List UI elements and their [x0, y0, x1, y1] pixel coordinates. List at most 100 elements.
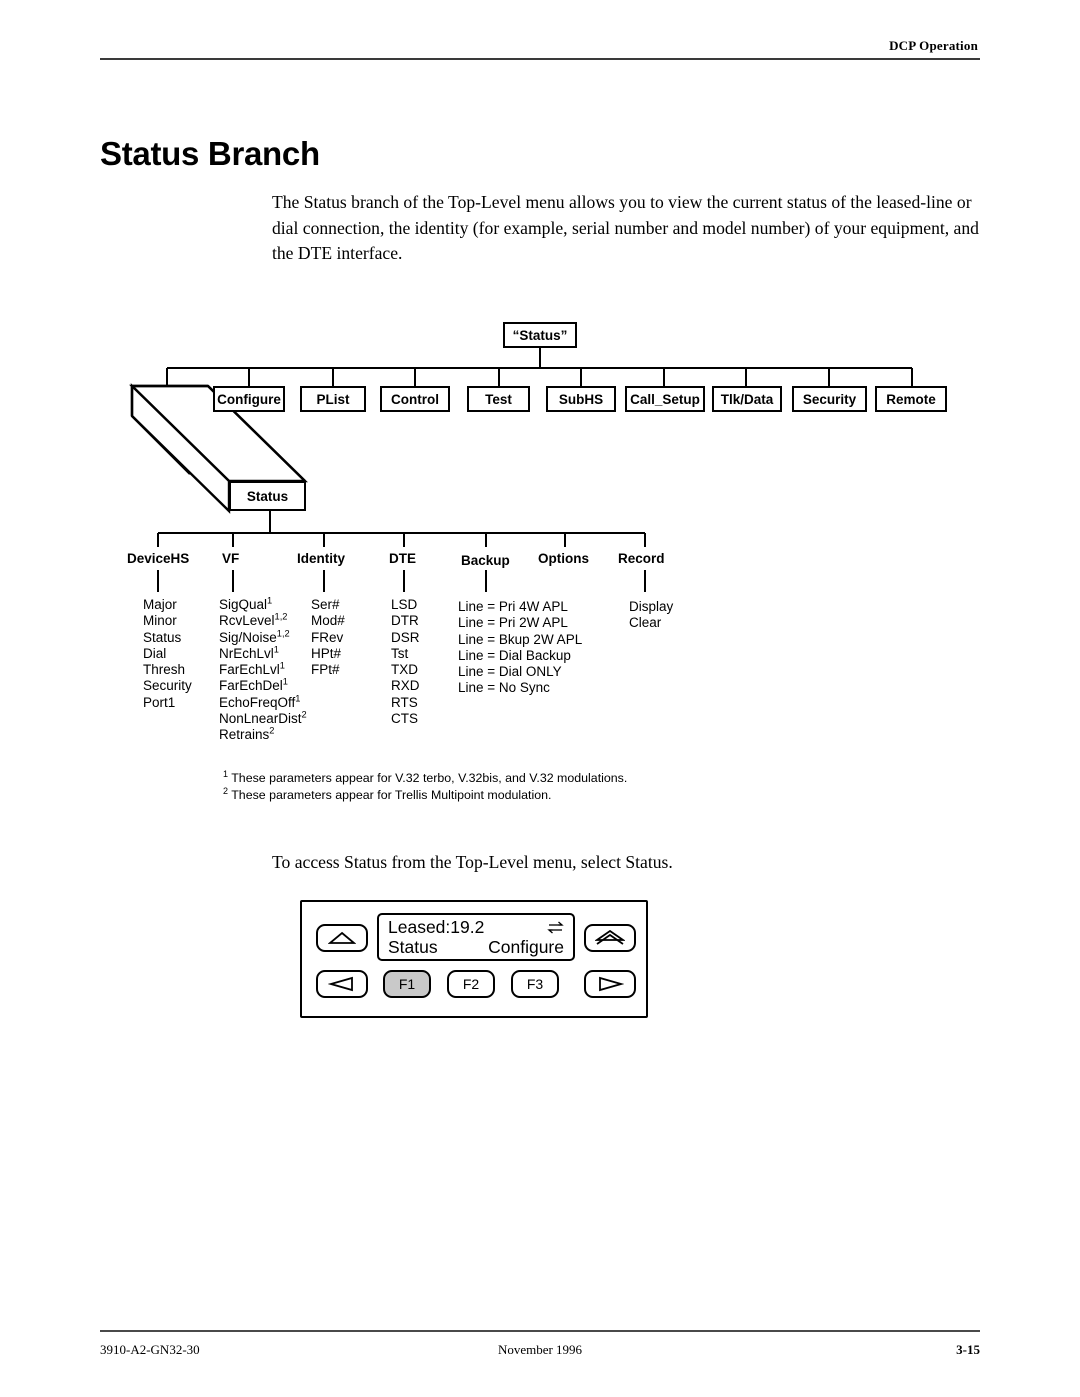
tree-leaf-item: Port1 [143, 694, 176, 710]
tree-node-tlk-data: Tlk/Data [712, 386, 782, 412]
tree-node-plist-label: PList [316, 391, 350, 407]
tree-leaf-item: FarEchDel1 [219, 676, 288, 694]
tree-leaf-item: Status [143, 629, 182, 645]
tree-leaf-list-dte: LSD DTR DSR Tst TXD RXD RTS CTS [391, 597, 420, 727]
tree-node-security: Security [792, 386, 867, 412]
f3-button-label: F3 [526, 976, 544, 992]
tree-node-call-setup-label: Call_Setup [630, 391, 700, 407]
tree-leaf-item: FRev [311, 629, 344, 645]
access-sentence: To access Status from the Top-Level menu… [272, 852, 673, 872]
tree-node-call-setup: Call_Setup [625, 386, 705, 412]
data-transfer-arrows-icon [547, 919, 564, 934]
tree-leaf-list-identity: Ser# Mod# FRev HPt# FPt# [311, 597, 345, 678]
tree-leaf-item: Thresh [143, 662, 186, 678]
up-arrow-button[interactable] [316, 924, 368, 952]
double-up-arrow-icon [595, 930, 625, 946]
footnote-2: 2 These parameters appear for Trellis Mu… [223, 785, 863, 804]
tree-node-status-selected-label: Status [246, 488, 289, 504]
footnote-2-text: These parameters appear for Trellis Mult… [231, 787, 552, 802]
right-arrow-icon [596, 976, 624, 992]
footer-page-number: 3-15 [956, 1342, 980, 1357]
f2-button[interactable]: F2 [447, 970, 495, 998]
tree-column-head-vf: VF [222, 551, 240, 566]
tree-node-subhs-label: SubHS [558, 391, 604, 407]
home-arrow-button[interactable] [584, 924, 636, 952]
tree-node-status-selected: Status [229, 481, 306, 511]
footnote-1: 1 These parameters appear for V.32 terbo… [223, 768, 863, 787]
tree-node-control: Control [380, 386, 450, 412]
tree-leaf-item: DTR [391, 613, 419, 629]
tree-node-configure: Configure [213, 386, 285, 412]
lcd-option-configure[interactable]: Configure [488, 937, 564, 958]
f2-button-label: F2 [462, 976, 480, 992]
tree-leaf-item: CTS [391, 711, 418, 727]
tree-column-head-options: Options [538, 551, 589, 566]
tree-leaf-item: NonLnearDist2 [219, 709, 307, 727]
f1-button[interactable]: F1 [383, 970, 431, 998]
tree-leaf-item: Major [143, 597, 177, 612]
tree-node-remote: Remote [875, 386, 947, 412]
tree-node-root-label: “Status” [512, 327, 568, 343]
tree-leaf-item: Tst [391, 645, 409, 661]
tree-leaf-list-record: Display Clear [629, 599, 673, 632]
tree-leaf-item: LSD [391, 597, 418, 612]
tree-leaf-item: Display [629, 599, 674, 614]
tree-leaf-list-devicehs: Major Minor Status Dial Thresh Security Port1 [143, 597, 192, 711]
up-arrow-icon [328, 931, 356, 945]
tree-leaf-item: HPt# [311, 645, 342, 661]
tree-node-subhs: SubHS [546, 386, 616, 412]
right-arrow-button[interactable] [584, 970, 636, 998]
footnote-1-marker: 1 [223, 768, 229, 779]
tree-leaf-item: Mod# [311, 613, 345, 629]
page-footer: 3910-A2-GN32-30 November 1996 3-15 [100, 1330, 980, 1360]
tree-leaf-item: Line = Dial Backup [458, 647, 571, 663]
tree-leaf-list-backup: Line = Pri 4W APL Line = Pri 2W APL Line =… [458, 599, 582, 697]
lcd-display: Leased:19.2 Status Configure [377, 913, 575, 961]
lcd-status-line: Leased:19.2 [388, 917, 485, 937]
tree-leaf-item: FPt# [311, 662, 340, 678]
tree-node-root: “Status” [503, 322, 577, 348]
left-arrow-button[interactable] [316, 970, 368, 998]
footer-rule [100, 1330, 980, 1332]
tree-leaf-item: Line = Dial ONLY [458, 664, 562, 680]
tree-node-tlk-data-label: Tlk/Data [720, 391, 774, 407]
tree-leaf-item: Line = Pri 4W APL [458, 599, 568, 614]
tree-leaf-item: RcvLevel1,2 [219, 611, 288, 629]
tree-leaf-item: SigQual1 [219, 595, 273, 612]
tree-leaf-item: Dial [143, 645, 167, 661]
tree-leaf-item: Ser# [311, 597, 340, 612]
tree-leaf-item: FarEchLvl1 [219, 660, 285, 678]
tree-leaf-item: Line = No Sync [458, 680, 550, 696]
tree-leaf-item: Minor [143, 613, 177, 629]
footnote-2-marker: 2 [223, 785, 229, 796]
tree-leaf-item: Clear [629, 615, 662, 631]
device-front-panel: Leased:19.2 Status Configure F1 F2 F3 [300, 900, 648, 1018]
f3-button[interactable]: F3 [511, 970, 559, 998]
status-branch-tree-diagram: “Status” Configure PList Control Test Su… [0, 0, 1080, 820]
tree-leaf-item: TXD [391, 662, 418, 678]
tree-leaf-item: RXD [391, 678, 420, 694]
tree-node-security-label: Security [802, 391, 857, 407]
tree-node-control-label: Control [391, 391, 439, 407]
footnote-1-text: These parameters appear for V.32 terbo, … [231, 771, 628, 785]
tree-node-test-label: Test [485, 391, 512, 407]
tree-node-remote-label: Remote [886, 391, 936, 407]
tree-leaf-item: RTS [391, 694, 418, 710]
tree-leaf-item: Line = Bkup 2W APL [458, 631, 583, 647]
tree-leaf-item: NrEchLvl1 [219, 644, 279, 661]
tree-leaf-item: Sig/Noise1,2 [219, 628, 290, 645]
footer-date: November 1996 [497, 1342, 583, 1357]
footnotes: 1 These parameters appear for V.32 terbo… [223, 768, 863, 804]
lcd-option-status[interactable]: Status [388, 937, 438, 958]
tree-column-head-identity: Identity [297, 551, 346, 566]
tree-leaf-item: Retrains2 [219, 725, 275, 743]
f1-button-label: F1 [398, 976, 416, 992]
tree-leaf-item: Line = Pri 2W APL [458, 615, 568, 631]
tree-leaf-item: DSR [391, 629, 420, 645]
tree-column-head-devicehs: DeviceHS [127, 551, 190, 566]
tree-column-head-dte: DTE [389, 551, 416, 566]
tree-leaf-list-vf: SigQual1 RcvLevel1,2 Sig/Noise1,2 NrEchLvl1… [219, 595, 307, 744]
tree-column-head-record: Record [618, 551, 665, 566]
tree-column-head-backup: Backup [461, 553, 510, 568]
tree-node-plist: PList [300, 386, 366, 412]
